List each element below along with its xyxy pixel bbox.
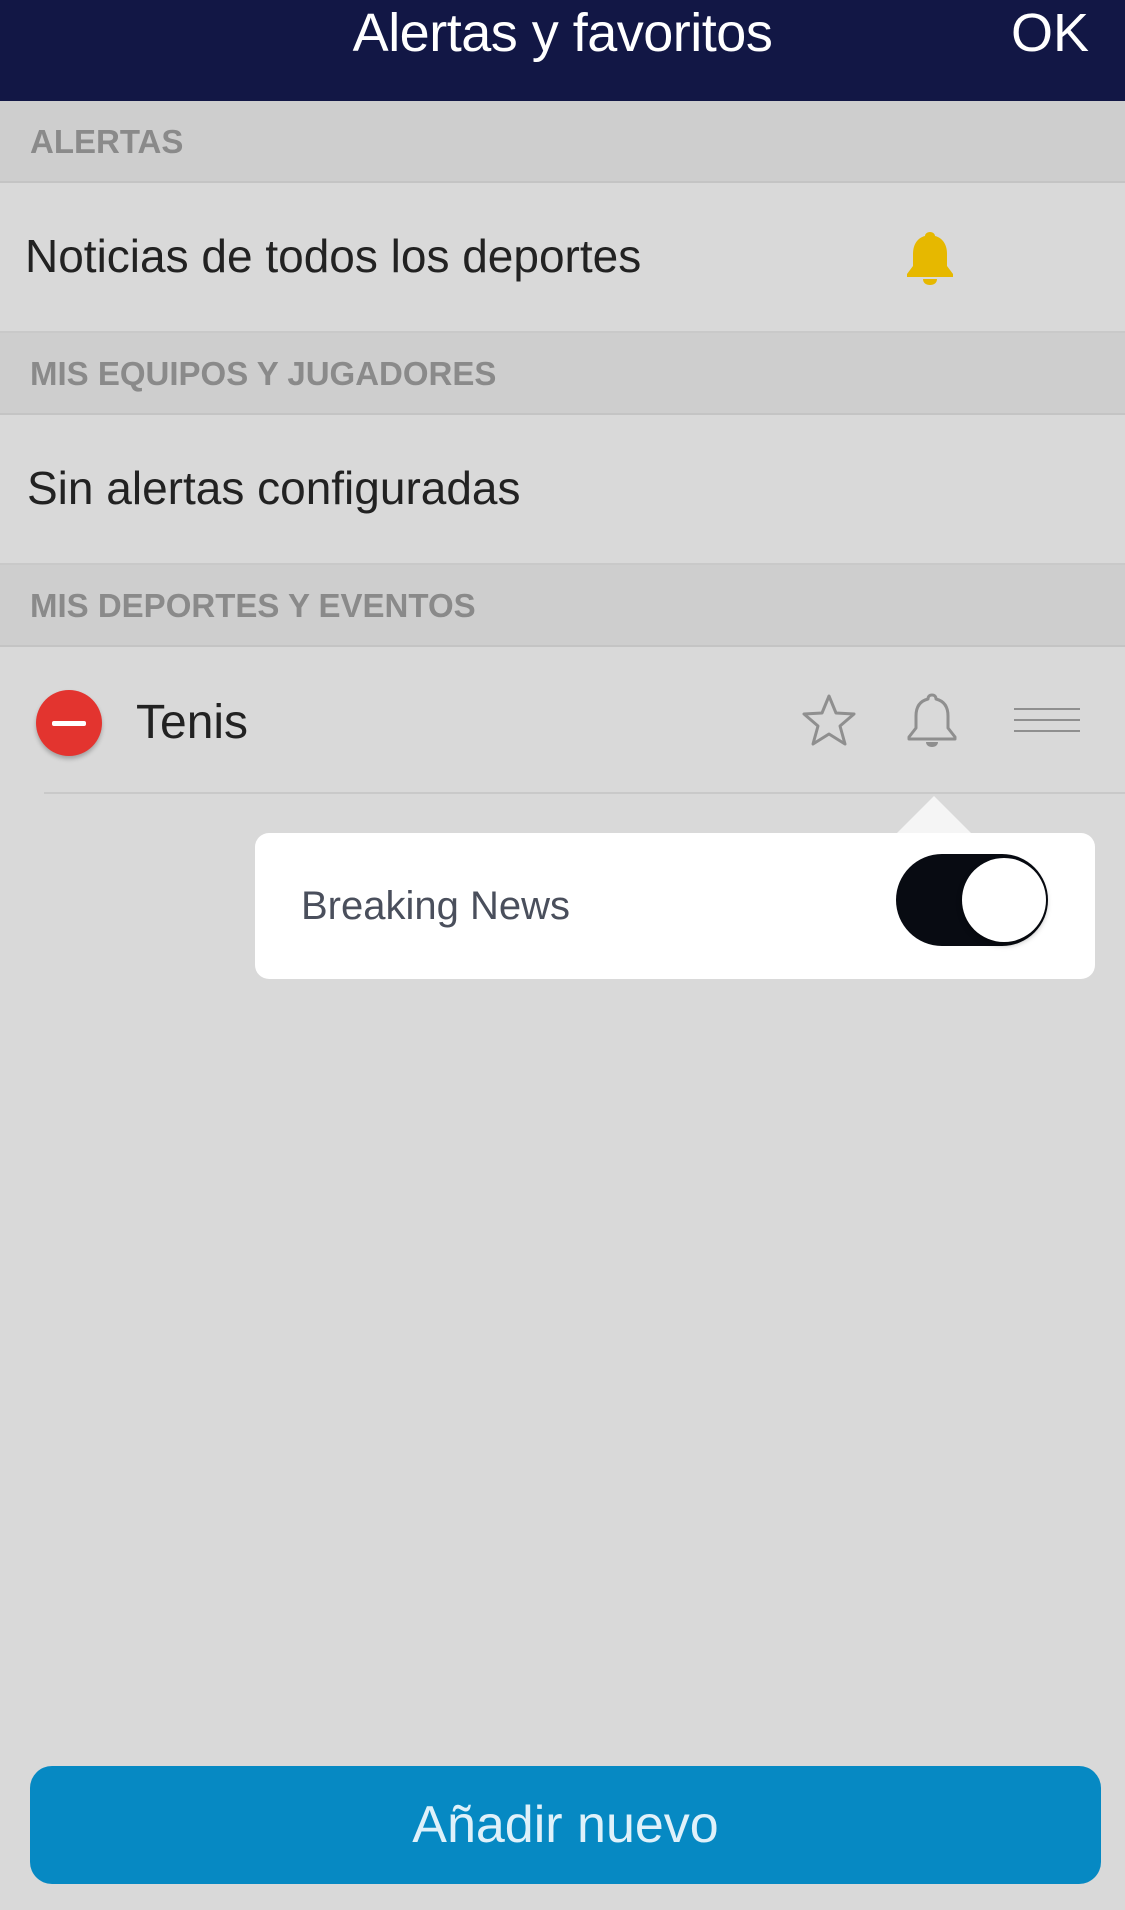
- section-header-teams-players: MIS EQUIPOS Y JUGADORES: [0, 333, 1125, 415]
- top-bar: Alertas y favoritos OK: [0, 0, 1125, 101]
- breaking-news-toggle[interactable]: [896, 854, 1048, 946]
- row-all-sports-news[interactable]: Noticias de todos los deportes: [0, 183, 1125, 333]
- section-header-alerts: ALERTAS: [0, 101, 1125, 183]
- empty-state-label: Sin alertas configuradas: [27, 462, 521, 514]
- breaking-news-label: Breaking News: [301, 884, 571, 928]
- section-header-sports-events: MIS DEPORTES Y EVENTOS: [0, 565, 1125, 647]
- drag-handle-icon[interactable]: [1014, 708, 1080, 734]
- page-title: Alertas y favoritos: [352, 3, 773, 63]
- row-empty-teams: Sin alertas configuradas: [0, 415, 1125, 565]
- row-divider: [44, 792, 1125, 794]
- section-title-sports-events: MIS DEPORTES Y EVENTOS: [30, 587, 476, 624]
- bell-filled-icon[interactable]: [904, 230, 956, 286]
- alerts-popover: Breaking News: [255, 833, 1095, 979]
- add-new-button[interactable]: Añadir nuevo: [30, 1766, 1101, 1884]
- list-item-label: Tenis: [136, 696, 249, 749]
- row-label-all-sports-news: Noticias de todos los deportes: [25, 230, 642, 282]
- star-icon[interactable]: [800, 692, 858, 748]
- popover-arrow: [897, 796, 971, 833]
- add-new-button-label: Añadir nuevo: [412, 1796, 719, 1854]
- ok-button[interactable]: OK: [1011, 0, 1089, 66]
- bell-icon[interactable]: [905, 692, 959, 748]
- section-title-alerts: ALERTAS: [30, 123, 184, 160]
- remove-icon[interactable]: [36, 690, 102, 756]
- section-title-teams-players: MIS EQUIPOS Y JUGADORES: [30, 355, 497, 392]
- toggle-knob: [962, 858, 1046, 942]
